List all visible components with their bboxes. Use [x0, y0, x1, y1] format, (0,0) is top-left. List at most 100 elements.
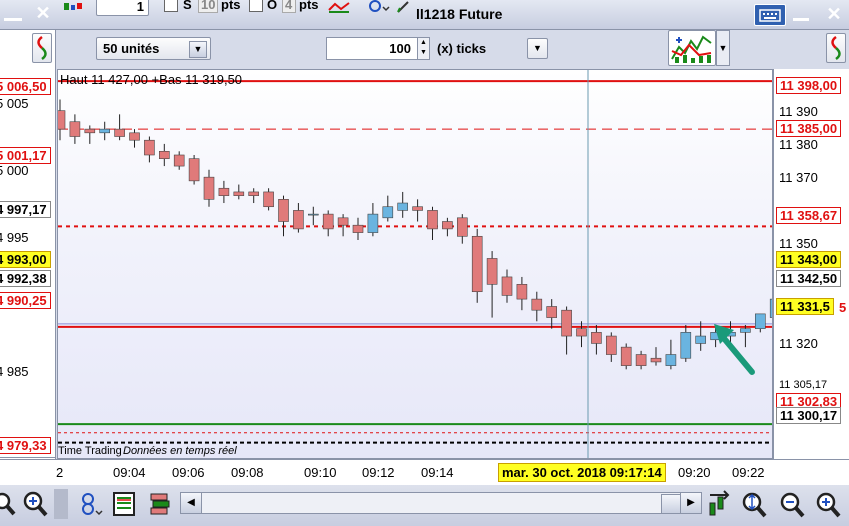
left-tag-4997: 4 997,17 [0, 201, 51, 218]
candle-body [769, 298, 772, 318]
horizontal-scrollbar[interactable]: ◀ ▶ [180, 492, 702, 514]
scroll-right-arrow-icon[interactable]: ▶ [680, 493, 701, 513]
chart-type-icon[interactable] [62, 0, 84, 10]
s-pts-unit: pts [221, 0, 241, 12]
zoom-out-icon[interactable] [778, 489, 806, 519]
candle-body [531, 298, 543, 311]
candle-body [352, 224, 364, 233]
candle-body [680, 332, 692, 359]
y-tick-11350: 11 350 [779, 236, 818, 251]
candle-body [471, 235, 483, 293]
edit-icon[interactable] [396, 0, 412, 14]
zoom-in-left-icon[interactable] [22, 489, 50, 519]
candle-body [695, 335, 707, 344]
scroll-left-arrow-icon[interactable]: ◀ [181, 493, 202, 513]
candle-body [635, 354, 647, 366]
candle-body [501, 276, 513, 296]
auto-scroll-icon[interactable] [706, 489, 732, 519]
left-tick-5005: 5 005 [0, 96, 29, 111]
keyboard-button[interactable] [754, 4, 786, 26]
x-tick-0908: 09:08 [231, 465, 264, 480]
instrument-title: ll1218 Future [416, 6, 503, 22]
tag-358: 11 358,67 [776, 207, 842, 224]
drawing-tool-icon[interactable] [78, 489, 104, 519]
tag-342: 11 342,50 [776, 270, 842, 287]
x-tick-0914: 09:14 [421, 465, 454, 480]
realtime-label: Données en temps réel [123, 445, 237, 457]
ticks-unit-dropdown[interactable]: ▼ [527, 38, 548, 59]
trend-arrow-icon [708, 318, 758, 378]
candle-body [591, 332, 602, 344]
quantity-input[interactable]: 1 [96, 0, 149, 16]
ticks-value: 100 [389, 41, 411, 56]
s-checkbox[interactable] [164, 0, 178, 12]
x-tick-0912: 09:12 [362, 465, 395, 480]
tools-dropdown-icon[interactable] [366, 0, 390, 14]
chevron-down-icon: ▼ [189, 41, 207, 58]
s-label: S [183, 0, 192, 12]
left-sync-icon[interactable] [32, 33, 52, 63]
ticks-unit: (x) ticks [437, 41, 487, 56]
candle-body [58, 110, 66, 130]
candle-body [233, 191, 245, 196]
zoom-out-left-icon[interactable] [0, 489, 18, 519]
x-tick-0906: 09:06 [172, 465, 205, 480]
tag-331-suffix: 5 [839, 300, 847, 315]
candle-body [427, 210, 438, 230]
indicators-dropdown[interactable]: ▼ [716, 30, 730, 66]
candle-body [263, 191, 274, 208]
x-tick-0922: 09:22 [732, 465, 765, 480]
candlestick-chart[interactable] [58, 70, 772, 458]
y-tick-11370: 11 370 [779, 170, 818, 185]
tag-high: 11 398,00 [776, 77, 842, 94]
close-left-icon[interactable]: ✕ [33, 3, 53, 23]
zoom-in-icon[interactable] [814, 489, 842, 519]
candle-body [576, 328, 587, 337]
candle-body [173, 154, 185, 167]
o-label: O [267, 0, 278, 12]
candle-body [665, 354, 677, 366]
candle-body [397, 202, 409, 211]
units-select-value: 50 unités [103, 41, 160, 56]
minimize-window-button[interactable] [793, 7, 809, 21]
candle-body [412, 206, 423, 211]
candle-body [546, 306, 558, 318]
tag-last: 11 343,00 [776, 251, 842, 268]
candle-body [293, 210, 304, 230]
right-sync-icon[interactable] [826, 33, 846, 63]
layers-icon[interactable] [148, 491, 172, 517]
o-pts-input[interactable]: 4 [282, 0, 296, 13]
tag-385: 11 385,00 [776, 120, 842, 137]
indicators-button[interactable] [668, 30, 716, 66]
zoom-fit-icon[interactable] [740, 489, 768, 519]
left-tick-4995: 4 995 [0, 230, 29, 245]
left-tick-4985: 4 985 [0, 364, 29, 379]
order-line-icon[interactable] [327, 0, 351, 14]
y-tick-11380: 11 380 [779, 137, 818, 152]
minimize-left-button[interactable] [4, 5, 22, 21]
time-trading-label: Time Trading [58, 445, 122, 457]
x-tick-partial: 2 [56, 465, 64, 480]
left-panel-divider [0, 457, 56, 458]
left-tag-4990: 4 990,25 [0, 292, 51, 309]
units-select[interactable]: 50 unités ▼ [96, 37, 211, 60]
candle-body [516, 284, 528, 300]
chart-area[interactable]: Haut 11 427,00 +Bas 11 319,50 Time Tradi… [57, 69, 773, 459]
x-tick-0904: 09:04 [113, 465, 146, 480]
candle-body [99, 128, 111, 134]
s-pts-input[interactable]: 10 [198, 0, 218, 13]
candle-body [367, 213, 379, 233]
close-window-icon[interactable]: ✕ [823, 3, 845, 25]
o-checkbox[interactable] [249, 0, 263, 12]
left-tag-5006: 5 006,50 [0, 78, 51, 95]
candle-body [188, 158, 200, 182]
candle-body [278, 199, 289, 222]
ticks-stepper[interactable]: ▲ ▼ [417, 37, 430, 60]
candle-body [84, 128, 96, 134]
ticks-input[interactable]: 100 [326, 37, 418, 60]
candle-body [620, 346, 632, 366]
left-tick-5000: 5 000 [0, 163, 29, 178]
y-tick-11390: 11 390 [779, 104, 818, 119]
order-book-icon[interactable] [112, 491, 136, 517]
candle-body [456, 217, 468, 237]
